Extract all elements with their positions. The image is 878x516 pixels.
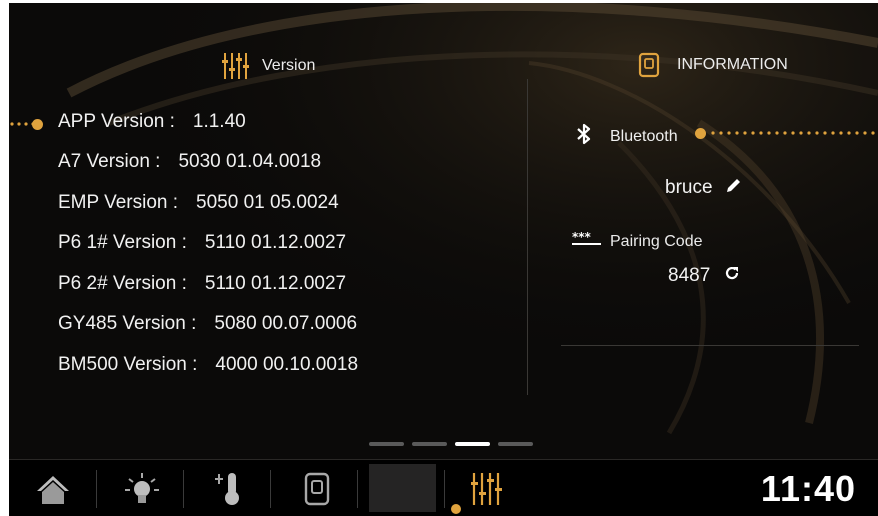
panel-divider <box>527 79 528 395</box>
device-icon <box>638 52 660 78</box>
information-title: INFORMATION <box>677 56 788 73</box>
version-row-gy485: GY485 Version : 5080 00.07.0006 <box>58 313 357 335</box>
pairing-code: 8487 <box>668 265 740 287</box>
nav-device-button[interactable] <box>292 460 342 516</box>
pencil-icon <box>726 179 740 192</box>
version-row-p6-1: P6 1# Version : 5110 01.12.0027 <box>58 232 346 254</box>
equalizer-icon <box>220 51 250 81</box>
version-value: 5030 01.04.0018 <box>178 151 322 172</box>
version-title: Version <box>262 57 316 74</box>
version-row-p6-2: P6 2# Version : 5110 01.12.0027 <box>58 273 346 295</box>
version-value: 5110 01.12.0027 <box>204 232 347 253</box>
nav-separator <box>96 470 97 508</box>
pairing-label: Pairing Code <box>610 232 703 250</box>
bluetooth-row: Bluetooth <box>575 122 678 151</box>
callout-marker-app-version <box>32 119 43 130</box>
version-label: P6 1# Version : <box>58 232 187 253</box>
screen: Version APP Version : 1.1.40 A7 Version :… <box>9 3 878 516</box>
home-icon <box>37 475 69 504</box>
bluetooth-device-name: bruce <box>665 176 743 200</box>
version-value: 5080 00.07.0006 <box>214 313 358 334</box>
info-divider <box>561 345 859 346</box>
page-indicator-active[interactable] <box>455 442 490 446</box>
background-swirl <box>9 3 878 516</box>
version-row-emp: EMP Version : 5050 01 05.0024 <box>58 192 339 214</box>
svg-text:***: *** <box>572 231 592 244</box>
refresh-icon <box>726 266 739 280</box>
page-indicator[interactable] <box>498 442 533 446</box>
bluetooth-label: Bluetooth <box>610 127 678 145</box>
version-label: EMP Version : <box>58 192 179 213</box>
bluetooth-icon <box>575 122 593 151</box>
version-value: 4000 00.10.0018 <box>215 354 359 375</box>
nav-settings-button[interactable] <box>461 460 511 516</box>
information-header: INFORMATION <box>638 52 788 78</box>
nav-separator <box>444 470 445 508</box>
nav-home-button[interactable] <box>29 460 77 516</box>
edit-name-button[interactable] <box>725 176 743 200</box>
light-icon <box>125 472 159 503</box>
equalizer-icon <box>471 472 502 505</box>
page-indicator[interactable] <box>369 442 404 446</box>
callout-marker-bluetooth <box>695 128 706 139</box>
version-value: 5050 01 05.0024 <box>196 192 339 213</box>
version-label: APP Version : <box>58 111 175 132</box>
nav-thermometer-button[interactable] <box>205 460 255 516</box>
version-value: 5110 01.12.0027 <box>204 273 347 294</box>
device-icon <box>304 472 330 505</box>
version-label: P6 2# Version : <box>58 273 187 294</box>
pairing-code-text: 8487 <box>668 265 711 286</box>
version-label: A7 Version : <box>58 151 161 172</box>
clock: 11:40 <box>760 468 856 509</box>
device-name-text: bruce <box>665 177 713 198</box>
version-header: Version <box>220 51 315 81</box>
thermometer-icon <box>215 472 239 505</box>
nav-blank-button[interactable] <box>369 464 436 512</box>
version-row-a7: A7 Version : 5030 01.04.0018 <box>58 151 321 173</box>
version-value: 1.1.40 <box>192 111 246 132</box>
version-row-app: APP Version : 1.1.40 <box>58 111 246 133</box>
active-nav-marker <box>451 504 461 514</box>
version-label: BM500 Version : <box>58 354 198 375</box>
version-row-bm500: BM500 Version : 4000 00.10.0018 <box>58 354 358 376</box>
pairing-row: *** Pairing Code <box>572 230 703 252</box>
nav-separator <box>270 470 271 508</box>
nav-separator <box>183 470 184 508</box>
version-label: GY485 Version : <box>58 313 197 334</box>
callout-dots-right <box>711 131 875 135</box>
nav-light-button[interactable] <box>117 460 167 516</box>
page-indicator[interactable] <box>412 442 447 446</box>
pairing-code-icon: *** <box>572 230 602 252</box>
refresh-code-button[interactable] <box>724 265 740 287</box>
bottom-nav-bar: 11:40 <box>9 459 878 516</box>
nav-separator <box>357 470 358 508</box>
